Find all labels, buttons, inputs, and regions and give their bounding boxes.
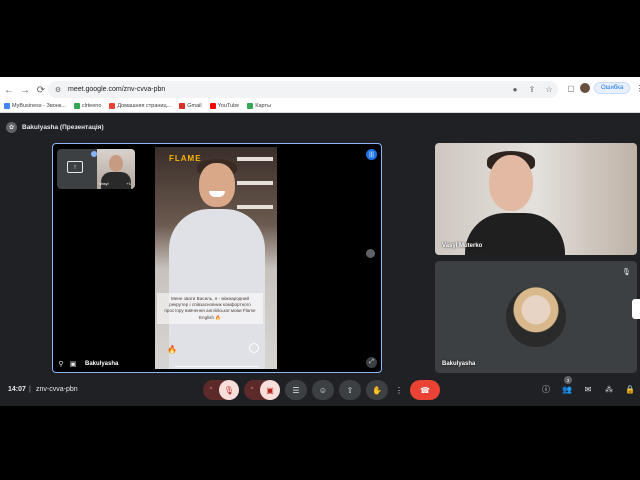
host-controls-icon[interactable]: 🔒 (625, 384, 635, 394)
bookmark-item[interactable]: Gmail (179, 102, 202, 109)
fire-icon: 🔥 (167, 345, 177, 354)
captions-button[interactable]: ☰ (285, 380, 307, 400)
bookmark-favicon-icon (109, 102, 116, 109)
bookmark-favicon-icon (73, 102, 80, 109)
profile-area: ▢ Ошибка ⋮ (566, 82, 640, 94)
participant-name: Vasyl Muterko (442, 243, 483, 249)
extensions-icon[interactable]: ▢ (566, 83, 576, 93)
background-shelf (237, 157, 273, 161)
browser-window: ← → ⟳ ⚙ meet.google.com/znv-cvva-pbn ● ⇪… (0, 77, 640, 406)
more-options-button[interactable]: ⋮ (393, 380, 405, 400)
bookmark-item[interactable]: YouTube (209, 102, 239, 109)
camera-options-chevron-icon[interactable]: ^ (244, 387, 260, 393)
person-face (489, 155, 533, 211)
omnibox-actions: ● ⇪ ☆ (510, 84, 554, 94)
mic-toggle-button[interactable]: 🎙 (219, 380, 239, 400)
person-face (199, 163, 235, 207)
browser-toolbar: ← → ⟳ ⚙ meet.google.com/znv-cvva-pbn ● ⇪… (0, 77, 640, 113)
gmail-icon (179, 102, 186, 109)
menu-dots-icon[interactable]: ⋮ (634, 83, 640, 93)
maps-icon (247, 102, 254, 109)
activities-icon[interactable]: ⁂ (604, 384, 614, 394)
reload-icon[interactable]: ⟳ (34, 83, 48, 97)
bookmark-favicon-icon (4, 102, 10, 109)
leave-call-button[interactable]: ☎ (410, 380, 440, 400)
bookmark-item[interactable]: Домашняя страниц... (109, 102, 171, 109)
video-frame: ← → ⟳ ⚙ meet.google.com/znv-cvva-pbn ● ⇪… (0, 0, 640, 480)
bookmark-item[interactable]: Карты (247, 102, 271, 109)
presenter-avatar-icon: ✿ (6, 121, 17, 133)
stage-footer: ⚲ ▣ Bakulyasha (57, 360, 118, 368)
people-count-badge: 3 (564, 376, 572, 384)
avatar (506, 287, 566, 347)
youtube-icon (209, 102, 216, 109)
participant-name: Bakulyasha (442, 361, 476, 367)
forward-icon[interactable]: → (18, 83, 32, 97)
shared-video-reel: FLAME Мене звати Василь, я - міжнародний… (155, 147, 277, 369)
pip-person (109, 155, 123, 172)
separator: | (29, 386, 31, 393)
camera-toggle-button[interactable]: ▣ (260, 380, 280, 400)
mic-icon[interactable]: ● (510, 84, 520, 94)
side-panel-tab[interactable] (632, 299, 640, 319)
presenting-icon: ▣ (69, 361, 77, 368)
expand-icon[interactable]: ⤢ (366, 357, 377, 368)
raise-hand-button[interactable]: ✋ (366, 380, 388, 400)
mic-off-icon: 🎙 (622, 268, 631, 276)
presentation-title: Bakulyasha (Презентація) (22, 123, 104, 131)
pip-plus-count: +1 (126, 181, 131, 186)
presentation-stage[interactable]: ↑ Vasyl +1 FLAME Мене звати Василь, я - … (52, 143, 382, 373)
background-shelf (237, 181, 273, 185)
camera-control: ^ ▣ (244, 380, 280, 400)
meeting-code: znv-cvva-pbn (36, 386, 78, 393)
chat-icon[interactable]: ✉ (583, 384, 593, 394)
pip-name: Vasyl (99, 181, 109, 186)
presenter-name: Bakulyasha (85, 361, 119, 367)
bookmarks-bar: MyBusiness - Звонк... clrteeno Домашняя … (0, 99, 640, 113)
speaking-indicator-icon (91, 151, 97, 157)
emoji-button[interactable]: ☺ (312, 380, 334, 400)
participant-tile[interactable]: 🎙 Bakulyasha (435, 261, 637, 373)
self-view-pip[interactable]: ↑ Vasyl +1 (57, 149, 135, 189)
mic-options-chevron-icon[interactable]: ^ (203, 387, 219, 393)
bookmark-item[interactable]: MyBusiness - Звонк... (4, 102, 66, 109)
meet-area: ✿ Bakulyasha (Презентація) ↑ Vasyl +1 FL… (0, 113, 640, 406)
right-controls: ⓘ 👥 3 ✉ ⁂ 🔒 (541, 376, 635, 394)
info-icon[interactable]: ⓘ (541, 384, 551, 394)
share-icon[interactable]: ⇪ (527, 84, 537, 94)
present-button[interactable]: ⇧ (339, 380, 361, 400)
error-button[interactable]: Ошибка (594, 82, 631, 94)
center-controls: ^ 🎙 ^ ▣ ☰ ☺ ⇧ ✋ ⋮ ☎ (203, 380, 440, 400)
background-shelf (237, 205, 273, 209)
pin-icon[interactable]: ⚲ (57, 360, 65, 368)
people-icon[interactable]: 👥 3 (562, 376, 572, 394)
profile-avatar[interactable] (580, 83, 590, 93)
reel-caption: Мене звати Василь, я - міжнародний рекру… (157, 293, 263, 324)
reel-logo: FLAME (169, 154, 202, 163)
mic-control: ^ 🎙 (203, 380, 239, 400)
url-text: meet.google.com/znv-cvva-pbn (68, 86, 166, 93)
like-icon[interactable] (249, 343, 259, 353)
meeting-time: 14:07 (8, 386, 26, 393)
presentation-bar: ✿ Bakulyasha (Презентація) (6, 120, 104, 134)
more-options-icon[interactable] (366, 249, 375, 258)
participant-tile[interactable]: Vasyl Muterko (435, 143, 637, 255)
site-info-icon[interactable]: ⚙ (54, 86, 62, 94)
star-icon[interactable]: ☆ (544, 84, 554, 94)
bookmark-item[interactable]: clrteeno (73, 102, 101, 109)
nav-buttons: ← → ⟳ (2, 83, 48, 97)
reel-progress-bar (175, 365, 259, 367)
address-bar[interactable]: ⚙ meet.google.com/znv-cvva-pbn ● ⇪ ☆ (48, 81, 558, 98)
present-screen-icon[interactable]: ↑ (67, 161, 83, 173)
audio-wave-icon: ||| (366, 149, 377, 160)
back-icon[interactable]: ← (2, 83, 16, 97)
meeting-controls: 14:07 | znv-cvva-pbn ^ 🎙 ^ ▣ ☰ ☺ ⇧ ✋ ⋮ ☎… (0, 376, 640, 406)
